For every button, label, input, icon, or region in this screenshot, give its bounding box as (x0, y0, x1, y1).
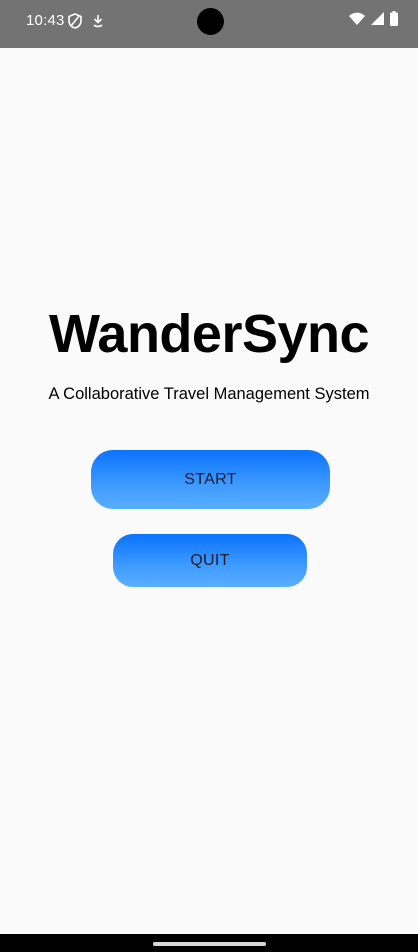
signal-icon (371, 11, 384, 31)
app-subtitle: A Collaborative Travel Management System (48, 385, 370, 403)
shield-icon (68, 13, 82, 29)
home-gesture-handle[interactable] (153, 942, 266, 946)
battery-icon (390, 11, 398, 31)
camera-cutout (197, 8, 224, 35)
quit-button[interactable]: QUIT (113, 534, 307, 587)
wifi-icon (349, 12, 365, 31)
status-bar: 10:43 (0, 0, 418, 48)
navigation-bar (0, 934, 418, 952)
download-icon (92, 13, 106, 29)
app-title: WanderSync (48, 304, 370, 364)
status-icons (349, 11, 398, 31)
status-time: 10:43 (26, 12, 65, 29)
start-button[interactable]: START (91, 450, 330, 509)
